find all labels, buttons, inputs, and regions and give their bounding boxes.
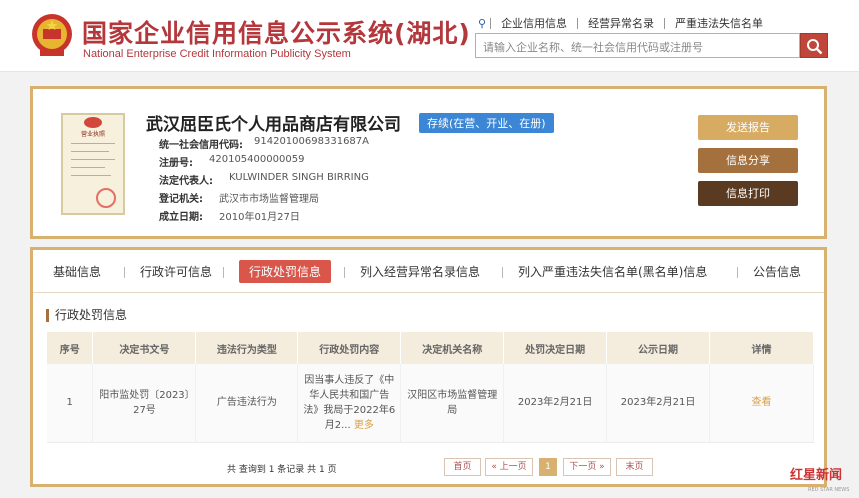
col-header: 行政处罚内容 — [297, 332, 402, 364]
info-legal-rep: 法定代表人: KULWINDER SINGH BIRRING — [159, 172, 369, 187]
site-title: 国家企业信用信息公示系统(湖北) — [82, 19, 471, 48]
business-license-image[interactable]: 营业执照 — [61, 113, 125, 215]
col-header: 详情 — [709, 332, 814, 364]
search-tab-credit[interactable]: 企业信用信息 — [490, 17, 577, 29]
current-page-button[interactable]: 1 — [539, 458, 557, 476]
search-input[interactable]: 请输入企业名称、统一社会信用代码或注册号 — [475, 33, 800, 58]
share-button[interactable]: 信息分享 — [698, 148, 798, 173]
site-header: 国家企业信用信息公示系统(湖北) National Enterprise Cre… — [0, 0, 859, 72]
license-title: 营业执照 — [80, 131, 105, 138]
license-stamp — [96, 188, 116, 208]
tab-admin-penalty[interactable]: 行政处罚信息 — [239, 260, 332, 283]
col-header: 序号 — [47, 332, 94, 364]
license-emblem — [84, 117, 102, 128]
pagination-summary: 共 查询到 1 条记录 共 1 页 — [227, 465, 337, 475]
send-report-button[interactable]: 发送报告 — [698, 115, 798, 140]
watermark-logo: 红星新闻 — [790, 468, 843, 483]
cell-authority: 汉阳区市场监督管理局 — [400, 364, 505, 443]
section-title: 行政处罚信息 — [46, 309, 127, 322]
national-emblem-icon — [32, 14, 72, 56]
view-link[interactable]: 查看 — [752, 397, 772, 408]
col-header: 违法行为类型 — [195, 332, 299, 364]
penalty-table: 序号 决定书文号 违法行为类型 行政处罚内容 决定机关名称 处罚决定日期 公示日… — [47, 332, 814, 443]
first-page-button[interactable]: 首页 — [444, 458, 481, 476]
info-credit-code: 统一社会信用代码: 91420100698331687A — [159, 136, 369, 151]
info-founded: 成立日期: 2010年01月27日 — [159, 212, 300, 223]
company-name: 武汉屈臣氏个人用品商店有限公司 — [146, 115, 401, 135]
tab-bar: 基础信息 行政许可信息 行政处罚信息 列入经营异常名录信息 列入严重违法失信名单… — [33, 250, 824, 293]
tab-admin-license[interactable]: 行政许可信息 — [140, 263, 212, 280]
col-header: 处罚决定日期 — [503, 332, 608, 364]
tab-abnormal-list[interactable]: 列入经营异常名录信息 — [360, 263, 480, 280]
cell-content: 因当事人违反了《中华人民共和国广告法》我局于2022年6月2... 更多 — [297, 364, 402, 443]
cell-doc-no: 阳市监处罚〔2023〕27号 — [92, 364, 197, 443]
search-button[interactable] — [800, 33, 828, 58]
col-header: 决定书文号 — [92, 332, 197, 364]
search-icon: ⚲ — [478, 16, 487, 30]
site-subtitle: National Enterprise Credit Information P… — [83, 48, 351, 60]
col-header: 公示日期 — [606, 332, 711, 364]
prev-page-button[interactable]: « 上一页 — [485, 458, 533, 476]
last-page-button[interactable]: 末页 — [616, 458, 653, 476]
company-card: 营业执照 武汉屈臣氏个人用品商店有限公司 存续(在营、开业、在册) 统一社会信用… — [30, 86, 827, 239]
more-link[interactable]: 更多 — [354, 420, 374, 431]
table-header-row: 序号 决定书文号 违法行为类型 行政处罚内容 决定机关名称 处罚决定日期 公示日… — [47, 332, 814, 364]
search-tabs: ⚲ 企业信用信息 经营异常名录 严重违法失信名单 — [478, 15, 773, 31]
col-header: 决定机关名称 — [400, 332, 505, 364]
magnifier-icon — [807, 39, 823, 55]
cell-decision-date: 2023年2月21日 — [503, 364, 608, 443]
next-page-button[interactable]: 下一页 » — [563, 458, 611, 476]
info-authority: 登记机关: 武汉市市场监督管理局 — [159, 194, 319, 205]
search-tab-abnormal[interactable]: 经营异常名录 — [577, 17, 664, 29]
table-row: 1 阳市监处罚〔2023〕27号 广告违法行为 因当事人违反了《中华人民共和国广… — [47, 364, 814, 443]
status-badge: 存续(在营、开业、在册) — [419, 113, 554, 133]
cell-index: 1 — [47, 364, 94, 443]
content-text: 因当事人违反了《中华人民共和国广告法》我局于2022年6月2... — [303, 374, 396, 431]
search-tab-blacklist[interactable]: 严重违法失信名单 — [664, 17, 773, 29]
tab-announcement[interactable]: 公告信息 — [753, 263, 801, 280]
detail-panel: 基础信息 行政许可信息 行政处罚信息 列入经营异常名录信息 列入严重违法失信名单… — [30, 247, 827, 487]
cell-detail: 查看 — [709, 364, 814, 443]
cell-publish-date: 2023年2月21日 — [606, 364, 711, 443]
watermark-sub: RED STAR NEWS — [808, 487, 850, 493]
tab-basic-info[interactable]: 基础信息 — [53, 263, 101, 280]
cell-type: 广告违法行为 — [195, 364, 299, 443]
print-button[interactable]: 信息打印 — [698, 181, 798, 206]
tab-blacklist[interactable]: 列入严重违法失信名单(黑名单)信息 — [518, 263, 707, 280]
info-reg-no: 注册号: 420105400000059 — [159, 154, 305, 169]
